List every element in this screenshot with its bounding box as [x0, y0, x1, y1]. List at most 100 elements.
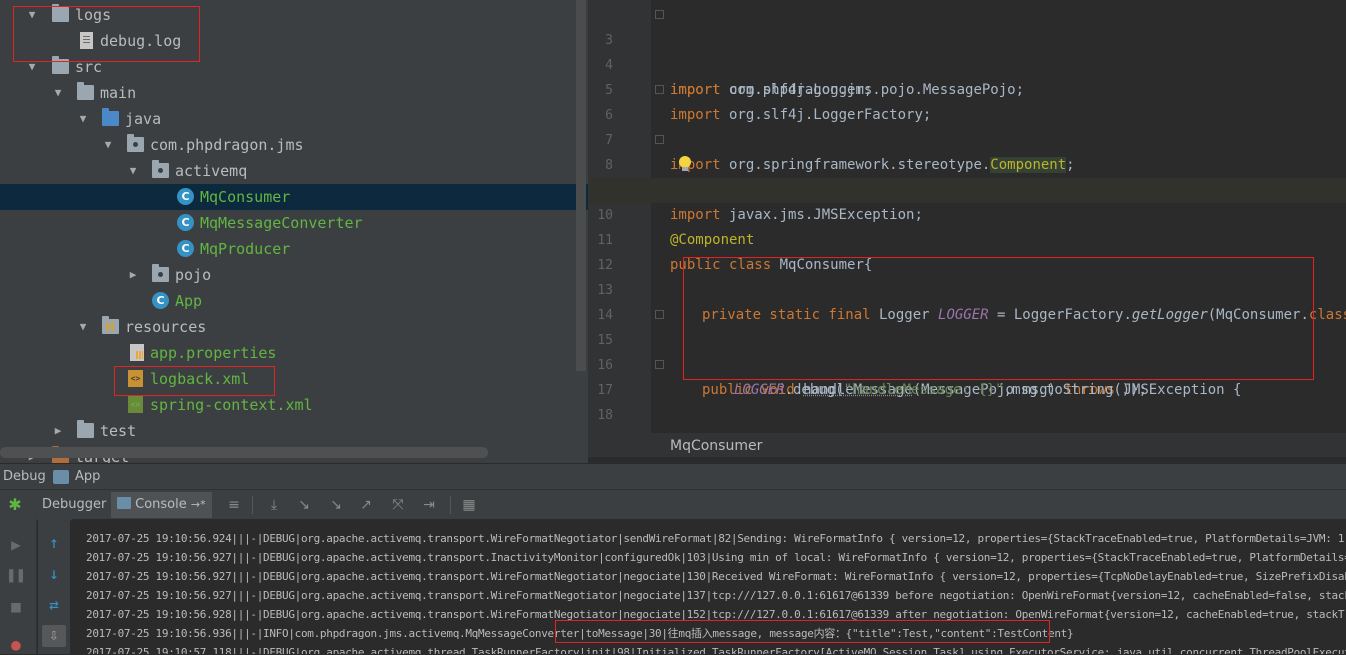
log-line: 2017-07-25 19:10:56.927|||-|DEBUG|org.ap…	[86, 551, 1346, 564]
tab-console[interactable]: Console →*	[111, 492, 212, 518]
evaluate-expression-icon[interactable]: ▦	[461, 497, 477, 513]
tree-item-java[interactable]: ▼ java	[0, 106, 588, 132]
spring-xml-file-icon: <>	[128, 396, 143, 413]
debug-toolbar: ✱ Debugger Console →* ≡ ⤓ ↘ ↘ ↗ ⤧ ⇥ ▦	[0, 489, 1346, 521]
tree-item-mqproducer[interactable]: C MqProducer	[0, 236, 588, 262]
code-line: 8 import javax.jms.JMSException;	[589, 128, 1346, 223]
code-line: 18	[589, 378, 1346, 423]
project-tree: ▼ logs debug.log ▼ src ▼ main ▼ java ▼ c…	[0, 0, 588, 463]
tree-item-app[interactable]: C App	[0, 288, 588, 314]
highlight-box-logback	[114, 366, 275, 396]
tree-item-label: App	[175, 292, 203, 310]
log-line: 2017-07-25 19:10:57.118|||-|DEBUG|org.ap…	[86, 646, 1346, 654]
tree-item-label: app.properties	[150, 344, 277, 362]
tree-item-main[interactable]: ▼ main	[0, 80, 588, 106]
class-icon: C	[177, 214, 194, 231]
fold-marker-icon[interactable]	[655, 310, 664, 319]
tree-item-label: MqConsumer	[200, 188, 291, 206]
code-line: 19 }	[589, 403, 1346, 428]
properties-file-icon	[130, 344, 144, 361]
debug-panel-header: Debug App	[0, 463, 1346, 490]
tree-item-label: test	[100, 422, 137, 440]
stop-icon[interactable]: ■	[6, 597, 26, 617]
tree-item-spring-context-xml[interactable]: <> spring-context.xml	[0, 392, 588, 418]
force-step-into-icon[interactable]: ↘	[328, 497, 344, 513]
code-line: 9	[589, 153, 1346, 198]
pause-icon[interactable]: ❚❚	[6, 565, 26, 585]
resources-folder-icon	[102, 316, 119, 334]
run-config-name[interactable]: App	[75, 464, 100, 490]
tree-item-label: com.phpdragon.jms	[150, 136, 304, 154]
fold-marker-icon[interactable]	[655, 135, 664, 144]
soft-wrap-icon[interactable]: ⇄	[44, 595, 64, 615]
tree-item-label: MqProducer	[200, 240, 291, 258]
tab-debugger[interactable]: Debugger	[36, 492, 112, 518]
scroll-to-end-icon[interactable]: ⇩	[42, 625, 66, 647]
fold-marker-icon[interactable]	[655, 85, 664, 94]
tree-item-label: activemq	[175, 162, 248, 180]
class-icon: C	[177, 240, 194, 257]
highlight-box-code	[683, 257, 1314, 380]
step-into-icon[interactable]: ↘	[296, 497, 312, 513]
code-line: 5 import org.slf4j.LoggerFactory;	[589, 53, 1346, 123]
code-line: 3 import com.phpdragon.jms.pojo.MessageP…	[589, 3, 1346, 98]
step-out-icon[interactable]: ↗	[358, 497, 374, 513]
expand-arrow-icon[interactable]: ▼	[76, 106, 90, 132]
log-line: 2017-07-25 19:10:56.927|||-|DEBUG|org.ap…	[86, 570, 1346, 583]
bug-icon[interactable]: ✱	[5, 496, 25, 514]
console-side-tools: ↑ ↓ ⇄ ⇩	[38, 519, 70, 654]
toolbar-divider	[450, 496, 451, 514]
code-line: 7	[589, 103, 1346, 148]
code-line-current: 10 @Component	[589, 178, 1346, 248]
tree-horizontal-scrollbar[interactable]	[0, 447, 488, 458]
debug-title: Debug	[3, 469, 46, 484]
code-editor[interactable]: 3 import com.phpdragon.jms.pojo.MessageP…	[588, 0, 1346, 433]
up-arrow-icon[interactable]: ↑	[44, 533, 64, 553]
highlight-box-logs	[13, 6, 200, 62]
show-execution-point-icon[interactable]: ≡	[226, 497, 242, 513]
tab-console-label: Console	[135, 497, 187, 512]
editor-breadcrumb[interactable]: MqConsumer	[588, 433, 1346, 457]
fold-marker-icon[interactable]	[655, 10, 664, 19]
tree-item-test[interactable]: ▶ test	[0, 418, 588, 444]
tree-item-app-properties[interactable]: app.properties	[0, 340, 588, 366]
tree-vertical-scrollbar[interactable]	[576, 0, 586, 371]
tree-item-label: pojo	[175, 266, 212, 284]
folder-icon	[77, 82, 94, 100]
package-icon	[152, 264, 169, 282]
expand-arrow-icon[interactable]: ▼	[51, 80, 65, 106]
tree-item-logback-xml[interactable]: <> logback.xml	[0, 366, 588, 392]
expand-arrow-icon[interactable]: ▼	[101, 132, 115, 158]
tree-item-label: java	[125, 110, 162, 128]
tree-item-label: main	[100, 84, 137, 102]
class-icon: C	[177, 188, 194, 205]
tree-item-activemq[interactable]: ▼ activemq	[0, 158, 588, 184]
tree-item-label: MqMessageConverter	[200, 214, 363, 232]
expand-arrow-icon[interactable]: ▼	[126, 158, 140, 184]
code-line: 4 import org.slf4j.Logger;	[589, 28, 1346, 98]
tree-item-mqconsumer[interactable]: C MqConsumer	[0, 184, 588, 210]
lightbulb-icon[interactable]	[679, 156, 691, 171]
tree-item-resources[interactable]: ▼ resources	[0, 314, 588, 340]
tree-item-mqmessageconverter[interactable]: C MqMessageConverter	[0, 210, 588, 236]
down-arrow-icon[interactable]: ↓	[44, 564, 64, 584]
package-icon	[152, 160, 169, 178]
console-icon	[117, 497, 131, 509]
folder-icon	[77, 420, 94, 438]
drop-frame-icon[interactable]: ⤧	[390, 497, 406, 513]
tree-item-com-phpdragon-jms[interactable]: ▼ com.phpdragon.jms	[0, 132, 588, 158]
console-suffix-icon: →*	[190, 498, 206, 511]
resume-icon[interactable]: ▶	[6, 535, 26, 555]
fold-marker-icon[interactable]	[655, 360, 664, 369]
debug-actions-strip: ▶ ❚❚ ■ ●	[0, 519, 37, 654]
log-line: 2017-07-25 19:10:56.924|||-|DEBUG|org.ap…	[86, 532, 1346, 545]
expand-arrow-icon[interactable]: ▼	[76, 314, 90, 340]
tree-item-pojo[interactable]: ▶ pojo	[0, 262, 588, 288]
run-to-cursor-icon[interactable]: ⇥	[421, 497, 437, 513]
console-output[interactable]: 2017-07-25 19:10:56.924|||-|DEBUG|org.ap…	[72, 519, 1346, 654]
breakpoints-icon[interactable]: ●	[6, 635, 26, 655]
collapse-arrow-icon[interactable]: ▶	[51, 418, 65, 444]
step-over-icon[interactable]: ⤓	[266, 497, 282, 513]
collapse-arrow-icon[interactable]: ▶	[126, 262, 140, 288]
app-config-icon	[53, 470, 69, 484]
